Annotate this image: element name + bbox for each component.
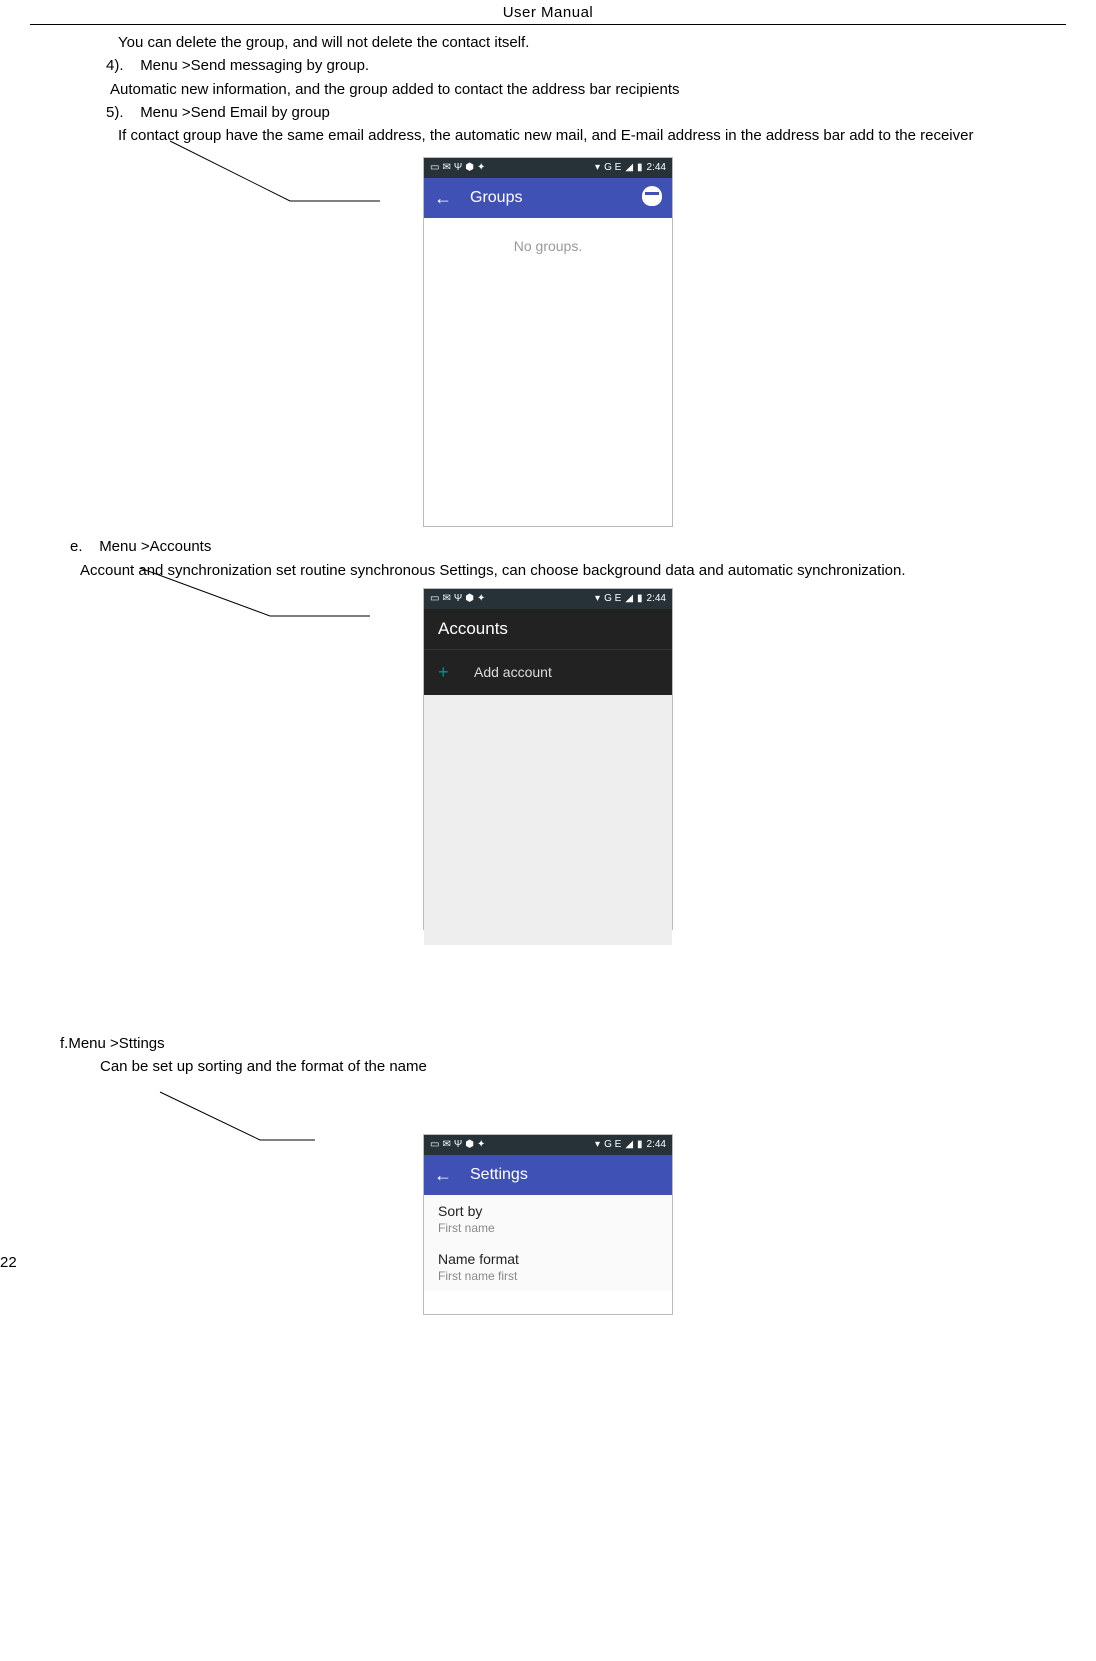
phone-screenshot-groups: ▭ ✉ Ψ ⬢ ✦ ▾ G E ◢ ▮ 2:44 ← Groups [423, 157, 673, 527]
list-title-4: Menu >Send messaging by group. [140, 57, 369, 74]
sms-icon: ▭ [430, 1140, 439, 1150]
list-item-4: 4). Menu >Send messaging by group. [30, 54, 1066, 77]
battery-icon: ▮ [637, 163, 643, 173]
debug-icon: ⬢ [465, 1140, 474, 1150]
list-number-4: 4). [106, 57, 124, 74]
sms-icon: ▭ [430, 163, 439, 173]
signal-icon: ◢ [625, 594, 633, 604]
groups-action-icon[interactable] [642, 186, 662, 211]
wifi-icon: ▾ [595, 1140, 600, 1150]
signal-icon: ◢ [625, 163, 633, 173]
list-title-e: Menu >Accounts [99, 538, 211, 555]
clock-text-3: 2:44 [647, 1140, 666, 1150]
list-title-5: Menu >Send Email by group [140, 104, 330, 121]
status-bar-3: ▭ ✉ Ψ ⬢ ✦ ▾ G E ◢ ▮ 2:44 [424, 1135, 672, 1155]
no-groups-text: No groups. [514, 238, 582, 254]
clock-text: 2:44 [647, 163, 666, 173]
accounts-body: Accounts + Add account [424, 609, 672, 929]
battery-icon: ▮ [637, 1140, 643, 1150]
para-f-body: Can be set up sorting and the format of … [30, 1055, 1066, 1078]
plus-icon: + [438, 662, 454, 683]
list-letter-e: e. [70, 538, 83, 555]
sortby-title: Sort by [438, 1203, 658, 1219]
usb-icon: Ψ [454, 1140, 462, 1150]
wifi-icon: ▾ [595, 594, 600, 604]
status-bar-2: ▭ ✉ Ψ ⬢ ✦ ▾ G E ◢ ▮ 2:44 [424, 589, 672, 609]
nameformat-sub: First name first [438, 1269, 658, 1283]
signal-text: G E [604, 163, 621, 173]
app-bar-settings: ← Settings [424, 1155, 672, 1195]
mail-icon: ✉ [442, 163, 450, 173]
list-item-f: f.Menu >Sttings [30, 1032, 1066, 1055]
add-account-row[interactable]: + Add account [424, 649, 672, 695]
appbar-title: Groups [470, 189, 634, 207]
setting-sortby[interactable]: Sort by First name [424, 1195, 672, 1243]
debug-icon: ⬢ [465, 163, 474, 173]
android-icon: ✦ [477, 1140, 485, 1150]
signal-icon: ◢ [625, 1140, 633, 1150]
accounts-title: Accounts [424, 609, 672, 649]
battery-icon: ▮ [637, 594, 643, 604]
list-number-5: 5). [106, 104, 124, 121]
sortby-sub: First name [438, 1221, 658, 1235]
appbar-title-settings: Settings [470, 1166, 662, 1184]
debug-icon: ⬢ [465, 594, 474, 604]
app-bar-groups: ← Groups [424, 178, 672, 218]
figure-accounts: ▭ ✉ Ψ ⬢ ✦ ▾ G E ◢ ▮ 2:44 Accounts + [30, 586, 1066, 1006]
back-icon-3[interactable]: ← [434, 1165, 452, 1186]
list-item-5: 5). Menu >Send Email by group [30, 101, 1066, 124]
status-bar: ▭ ✉ Ψ ⬢ ✦ ▾ G E ◢ ▮ 2:44 [424, 158, 672, 178]
accounts-empty-area [424, 695, 672, 945]
figure-groups: ▭ ✉ Ψ ⬢ ✦ ▾ G E ◢ ▮ 2:44 ← Groups [30, 151, 1066, 521]
groups-body: No groups. [424, 218, 672, 526]
signal-text: G E [604, 1140, 621, 1150]
usb-icon: Ψ [454, 163, 462, 173]
phone-screenshot-accounts: ▭ ✉ Ψ ⬢ ✦ ▾ G E ◢ ▮ 2:44 Accounts + [423, 588, 673, 930]
usb-icon: Ψ [454, 594, 462, 604]
add-account-label: Add account [474, 664, 552, 680]
figure-settings: 22 ▭ ✉ Ψ ⬢ ✦ ▾ G E ◢ ▮ 2:44 [30, 1098, 1066, 1313]
settings-body: Sort by First name Name format First nam… [424, 1195, 672, 1291]
mail-icon: ✉ [442, 1140, 450, 1150]
list-item-e: e. Menu >Accounts [30, 535, 1066, 558]
page-header: User Manual [30, 0, 1066, 25]
clock-text-2: 2:44 [647, 594, 666, 604]
phone-screenshot-settings: ▭ ✉ Ψ ⬢ ✦ ▾ G E ◢ ▮ 2:44 ← Settings [423, 1134, 673, 1315]
nameformat-title: Name format [438, 1251, 658, 1267]
back-icon[interactable]: ← [434, 188, 452, 209]
sms-icon: ▭ [430, 594, 439, 604]
mail-icon: ✉ [442, 594, 450, 604]
list-title-f: Menu >Sttings [68, 1035, 164, 1052]
para-e-body: Account and synchronization set routine … [30, 559, 1066, 582]
para-delete-note: You can delete the group, and will not d… [30, 31, 1066, 54]
android-icon: ✦ [477, 163, 485, 173]
para-5-body: If contact group have the same email add… [30, 124, 1066, 147]
page-number: 22 [0, 1254, 17, 1271]
signal-text: G E [604, 594, 621, 604]
android-icon: ✦ [477, 594, 485, 604]
wifi-icon: ▾ [595, 163, 600, 173]
para-4-body: Automatic new information, and the group… [30, 78, 1066, 101]
setting-nameformat[interactable]: Name format First name first [424, 1243, 672, 1291]
